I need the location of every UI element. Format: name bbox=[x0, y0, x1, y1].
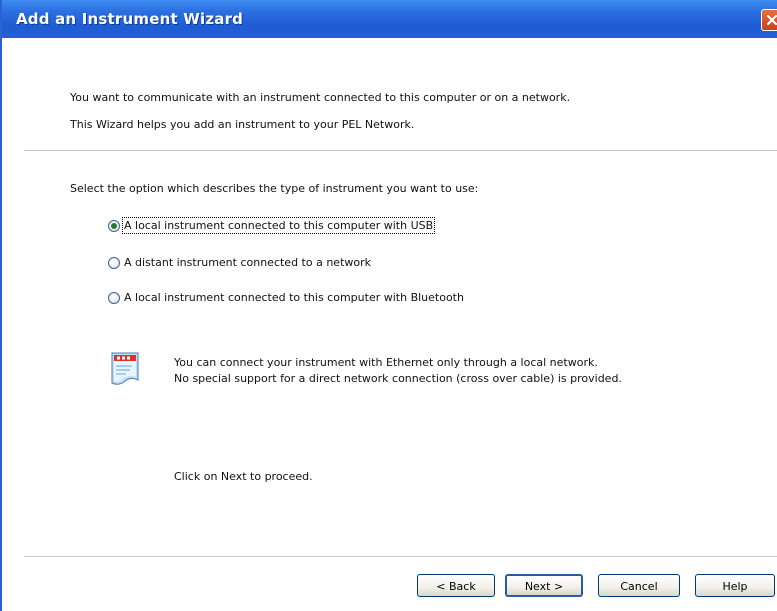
close-icon bbox=[766, 14, 777, 26]
info-line-2: No special support for a direct network … bbox=[174, 372, 622, 385]
title-bar[interactable]: Add an Instrument Wizard bbox=[2, 0, 777, 38]
header-divider bbox=[24, 150, 777, 151]
wizard-window: Add an Instrument Wizard You want to com… bbox=[0, 0, 777, 611]
options-prompt: Select the option which describes the ty… bbox=[70, 182, 479, 195]
intro-line-2: This Wizard helps you add an instrument … bbox=[70, 118, 415, 131]
cancel-button[interactable]: Cancel bbox=[598, 574, 680, 597]
proceed-text: Click on Next to proceed. bbox=[174, 470, 313, 483]
next-button[interactable]: Next > bbox=[505, 574, 583, 597]
option-network-label[interactable]: A distant instrument connected to a netw… bbox=[124, 256, 371, 269]
option-usb-label[interactable]: A local instrument connected to this com… bbox=[121, 217, 436, 234]
footer-divider bbox=[24, 556, 777, 557]
info-line-1: You can connect your instrument with Eth… bbox=[174, 356, 598, 369]
help-button[interactable]: Help bbox=[695, 574, 775, 597]
radio-bluetooth[interactable] bbox=[108, 292, 120, 304]
intro-line-1: You want to communicate with an instrume… bbox=[70, 91, 571, 104]
back-button[interactable]: < Back bbox=[417, 574, 495, 597]
close-button[interactable] bbox=[761, 9, 777, 31]
option-bluetooth-label[interactable]: A local instrument connected to this com… bbox=[124, 291, 464, 304]
window-title: Add an Instrument Wizard bbox=[16, 10, 244, 28]
radio-usb[interactable] bbox=[108, 220, 120, 232]
info-document-icon bbox=[108, 350, 144, 388]
radio-network[interactable] bbox=[108, 257, 120, 269]
